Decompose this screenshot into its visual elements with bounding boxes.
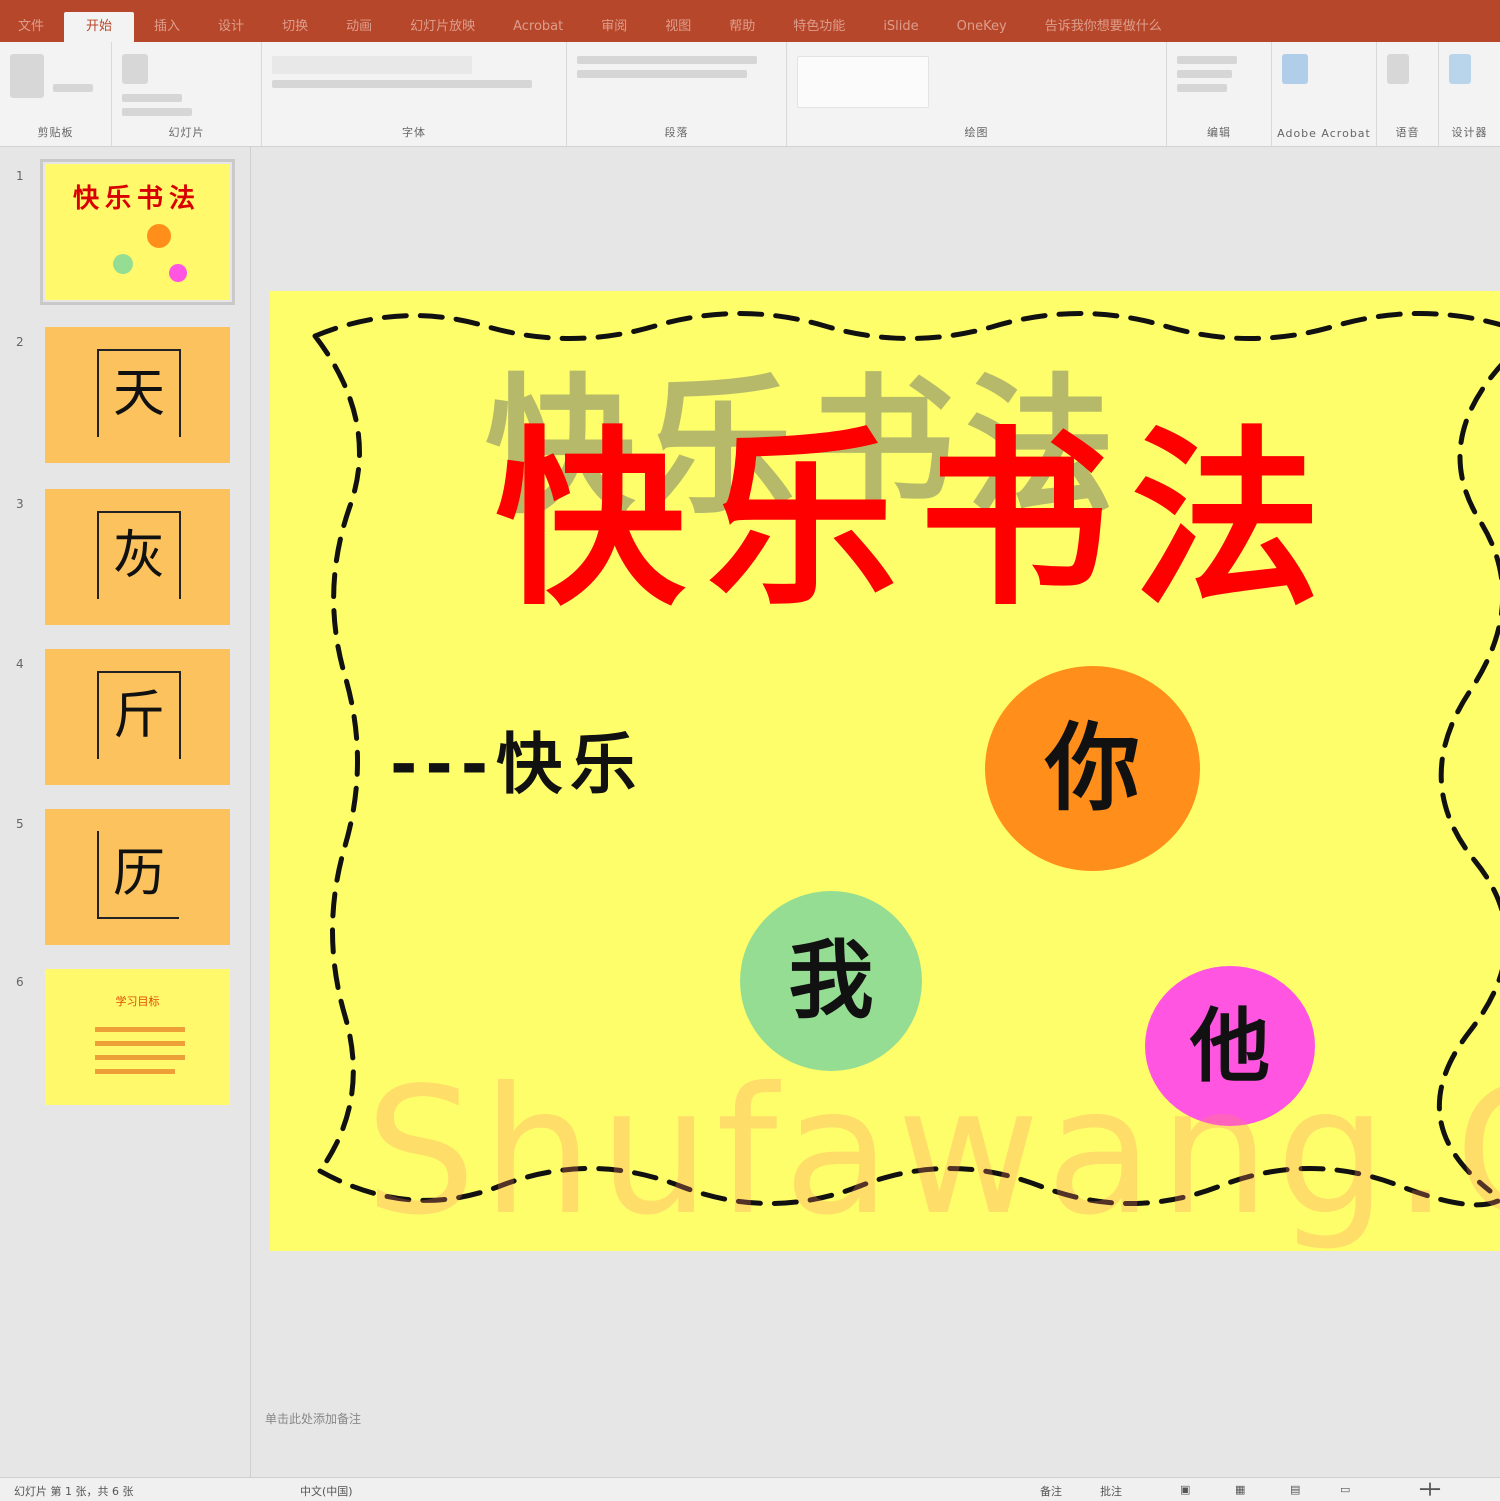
group-label: 字体 [402, 126, 426, 139]
tab-review[interactable]: 审阅 [583, 12, 645, 42]
tab-transitions[interactable]: 切换 [264, 12, 326, 42]
thumbnail-dot [113, 254, 133, 274]
ribbon-group-acrobat: Adobe Acrobat [1272, 42, 1377, 146]
thumbnail-character: 灰 [97, 511, 181, 599]
tab-animations[interactable]: 动画 [328, 12, 390, 42]
tell-me-search[interactable]: 告诉我你想要做什么 [1027, 12, 1180, 42]
group-label: 绘图 [964, 126, 989, 139]
thumbnail-number: 3 [16, 497, 24, 511]
design-ideas-icon[interactable] [1449, 54, 1471, 84]
tab-acrobat[interactable]: Acrobat [495, 12, 581, 42]
normal-view-icon[interactable]: ▣ [1180, 1483, 1190, 1496]
slide-subtitle[interactable]: ---快乐 [390, 711, 644, 807]
thumbnail-number: 6 [16, 975, 24, 989]
acrobat-icon[interactable] [1282, 54, 1308, 84]
ribbon-group-drawing: 绘图 [787, 42, 1167, 146]
language-indicator[interactable]: 中文(中国) [300, 1483, 353, 1499]
thumbnail-dot [169, 264, 187, 282]
status-bar: 幻灯片 第 1 张，共 6 张 中文(中国) 备注 批注 ▣ ▦ ▤ ▭ ━╋━ [0, 1477, 1500, 1501]
thumbnail-text-line [95, 1041, 185, 1046]
zoom-slider[interactable]: ━╋━ [1420, 1483, 1440, 1496]
tab-islide[interactable]: iSlide [865, 12, 936, 42]
ribbon-group-editing: 编辑 [1167, 42, 1272, 146]
ribbon-group-designer: 设计器 [1439, 42, 1500, 146]
slide-thumbnail-pane: 1 快乐书法 2 天 3 灰 4 斤 5 历 6 学习目标 [0, 147, 251, 1477]
slide-title[interactable]: 快乐书法 [495, 366, 1343, 641]
slide-thumbnail-4[interactable]: 斤 [45, 649, 230, 785]
notes-placeholder[interactable]: 单击此处添加备注 [265, 1410, 361, 1427]
comments-button[interactable]: 批注 [1100, 1483, 1122, 1499]
tab-features[interactable]: 特色功能 [775, 12, 863, 42]
slide-thumbnail-2[interactable]: 天 [45, 327, 230, 463]
thumbnail-title: 学习目标 [115, 995, 160, 1008]
ribbon-group-font: 字体 [262, 42, 567, 146]
thumbnail-text-line [95, 1027, 185, 1032]
thumbnail-dot [147, 224, 171, 248]
group-label: 设计器 [1451, 126, 1488, 139]
ribbon-tab-bar: 文件 开始 插入 设计 切换 动画 幻灯片放映 Acrobat 审阅 视图 帮助… [0, 0, 1500, 42]
circle-me[interactable]: 我 [740, 891, 922, 1071]
thumbnail-number: 4 [16, 657, 24, 671]
ribbon-group-voice: 语音 [1377, 42, 1439, 146]
tab-help[interactable]: 帮助 [711, 12, 773, 42]
ribbon-group-paragraph: 段落 [567, 42, 787, 146]
circle-you[interactable]: 你 [985, 666, 1200, 871]
slide-thumbnail-3[interactable]: 灰 [45, 489, 230, 625]
group-label: 编辑 [1207, 126, 1231, 139]
watermark-text: Shufawang.CN [365, 1051, 1500, 1254]
thumbnail-character: 天 [97, 349, 181, 437]
group-label: 段落 [664, 126, 689, 139]
new-slide-icon[interactable] [122, 54, 148, 84]
thumbnail-number: 2 [16, 335, 24, 349]
thumbnail-text-line [95, 1069, 175, 1074]
tab-file[interactable]: 文件 [0, 12, 62, 42]
group-label: Adobe Acrobat [1277, 127, 1371, 140]
thumbnail-character: 斤 [97, 671, 181, 759]
thumbnail-text-line [95, 1055, 185, 1060]
slide-thumbnail-1[interactable]: 快乐书法 [40, 159, 235, 305]
dictate-icon[interactable] [1387, 54, 1409, 84]
group-label: 语音 [1395, 126, 1420, 139]
tab-view[interactable]: 视图 [647, 12, 709, 42]
reading-view-icon[interactable]: ▤ [1290, 1483, 1300, 1496]
ribbon: 剪贴板 幻灯片 字体 段落 绘图 编辑 Adobe Acrobat 语音 设计器 [0, 42, 1500, 147]
tab-onekey[interactable]: OneKey [939, 12, 1025, 42]
slide-counter: 幻灯片 第 1 张，共 6 张 [14, 1485, 134, 1498]
slide-thumbnail-5[interactable]: 历 [45, 809, 230, 945]
thumbnail-title: 快乐书法 [73, 184, 202, 214]
thumbnail-character: 历 [97, 831, 179, 919]
paste-icon[interactable] [10, 54, 44, 98]
slide-thumbnail-6[interactable]: 学习目标 [45, 969, 230, 1105]
slide-sorter-icon[interactable]: ▦ [1235, 1483, 1245, 1496]
slideshow-icon[interactable]: ▭ [1340, 1483, 1350, 1496]
tab-insert[interactable]: 插入 [136, 12, 198, 42]
thumbnail-number: 1 [16, 169, 24, 183]
group-label: 剪贴板 [37, 126, 74, 139]
ribbon-group-slides: 幻灯片 [112, 42, 262, 146]
notes-button[interactable]: 备注 [1040, 1483, 1062, 1499]
tab-design[interactable]: 设计 [200, 12, 262, 42]
group-label: 幻灯片 [168, 126, 205, 139]
thumbnail-number: 5 [16, 817, 24, 831]
ribbon-group-clipboard: 剪贴板 [0, 42, 112, 146]
slide-canvas[interactable]: 快乐书法 快乐书法 ---快乐 你 我 他 Shufawang.CN [270, 291, 1500, 1254]
tab-home[interactable]: 开始 [64, 12, 135, 42]
tab-slideshow[interactable]: 幻灯片放映 [392, 12, 493, 42]
